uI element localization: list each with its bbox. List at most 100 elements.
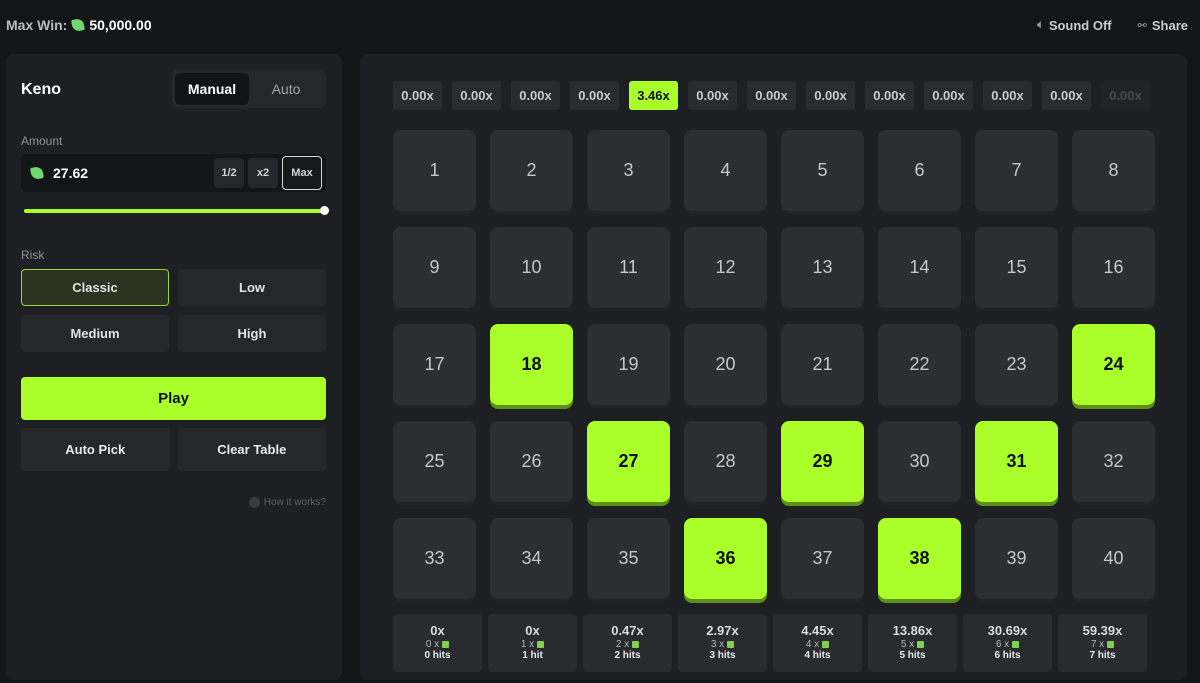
half-button[interactable]: 1/2 — [214, 158, 244, 188]
keno-tile[interactable]: 8 — [1072, 130, 1155, 211]
keno-tile[interactable]: 18 — [490, 324, 573, 405]
keno-tile[interactable]: 9 — [393, 227, 476, 308]
risk-medium-button[interactable]: Medium — [21, 315, 169, 352]
payout-hits: 1 hit — [522, 650, 543, 662]
keno-tile[interactable]: 25 — [393, 421, 476, 502]
keno-tile[interactable]: 3 — [587, 130, 670, 211]
gem-icon — [822, 641, 830, 649]
keno-tile[interactable]: 37 — [781, 518, 864, 599]
payout-count-label: 4 x — [805, 638, 820, 650]
max-button[interactable]: Max — [282, 156, 322, 190]
keno-tile[interactable]: 11 — [587, 227, 670, 308]
keno-tile[interactable]: 24 — [1072, 324, 1155, 405]
multiplier-chip: 0.00x — [924, 81, 973, 110]
payout-count-label: 5 x — [900, 638, 915, 650]
payout-hits: 2 hits — [614, 650, 641, 662]
payout-hits: 6 hits — [994, 650, 1021, 662]
multiplier-chip: 0.00x — [393, 81, 442, 110]
multiplier-chip: 0.00x — [1042, 81, 1091, 110]
multiplier-chip: 3.46x — [629, 81, 678, 110]
action-row: Auto Pick Clear Table — [21, 428, 326, 471]
keno-tile[interactable]: 29 — [781, 421, 864, 502]
keno-tile[interactable]: 22 — [878, 324, 961, 405]
risk-high-button[interactable]: High — [178, 315, 326, 352]
share-button[interactable]: ⚯ Share — [1138, 18, 1188, 33]
amount-slider[interactable] — [24, 206, 329, 215]
amount-input[interactable]: 27.62 — [53, 165, 214, 181]
game-title: Keno — [21, 81, 61, 98]
gem-icon — [632, 641, 640, 649]
keno-tile[interactable]: 23 — [975, 324, 1058, 405]
payout-cell: 2.97x 3 x3 hits — [678, 614, 767, 672]
keno-tile[interactable]: 17 — [393, 324, 476, 405]
risk-classic-button[interactable]: Classic — [21, 269, 169, 306]
max-win-label: Max Win: — [6, 17, 68, 33]
payout-hits: 5 hits — [899, 650, 926, 662]
risk-low-button[interactable]: Low — [178, 269, 326, 306]
keno-tile[interactable]: 13 — [781, 227, 864, 308]
payout-count-label: 2 x — [615, 638, 630, 650]
play-button[interactable]: Play — [21, 377, 326, 420]
keno-tile[interactable]: 26 — [490, 421, 573, 502]
keno-tile[interactable]: 27 — [587, 421, 670, 502]
keno-tile[interactable]: 28 — [684, 421, 767, 502]
payout-count: 6 x — [996, 639, 1020, 651]
keno-tile[interactable]: 40 — [1072, 518, 1155, 599]
payout-count-label: 0 x — [425, 638, 440, 650]
keno-tile[interactable]: 10 — [490, 227, 573, 308]
payout-multiplier: 4.45x — [801, 623, 834, 639]
payout-count: 7 x — [1091, 639, 1115, 651]
keno-tile[interactable]: 30 — [878, 421, 961, 502]
keno-tile[interactable]: 7 — [975, 130, 1058, 211]
payout-cell: 30.69x 6 x6 hits — [963, 614, 1052, 672]
keno-tile[interactable]: 33 — [393, 518, 476, 599]
payout-multiplier: 59.39x — [1082, 623, 1123, 639]
payout-cell: 0x 1 x1 hit — [488, 614, 577, 672]
keno-tile[interactable]: 34 — [490, 518, 573, 599]
keno-tile[interactable]: 21 — [781, 324, 864, 405]
risk-options: Classic Low Medium High — [21, 269, 326, 352]
auto-pick-button[interactable]: Auto Pick — [21, 428, 170, 471]
max-win: Max Win: 50,000.00 — [6, 17, 152, 33]
gem-icon — [1107, 641, 1115, 649]
keno-tile[interactable]: 32 — [1072, 421, 1155, 502]
clear-table-button[interactable]: Clear Table — [177, 428, 326, 471]
keno-tile[interactable]: 39 — [975, 518, 1058, 599]
multiplier-chip: 0.00x — [747, 81, 796, 110]
slider-thumb[interactable] — [320, 206, 329, 215]
keno-tile[interactable]: 16 — [1072, 227, 1155, 308]
payout-count: 5 x — [900, 638, 925, 651]
amount-field[interactable]: 27.62 1/2 x2 Max — [21, 154, 326, 192]
keno-tile[interactable]: 6 — [878, 130, 961, 211]
keno-tile[interactable]: 19 — [587, 324, 670, 405]
gem-icon — [537, 641, 545, 649]
how-it-works-link[interactable]: How it works? — [248, 497, 326, 508]
keno-tile[interactable]: 31 — [975, 421, 1058, 502]
tab-auto[interactable]: Auto — [249, 73, 323, 105]
tab-manual[interactable]: Manual — [175, 73, 249, 105]
keno-tile[interactable]: 4 — [684, 130, 767, 211]
keno-tile[interactable]: 14 — [878, 227, 961, 308]
keno-tile[interactable]: 38 — [878, 518, 961, 599]
keno-tile[interactable]: 15 — [975, 227, 1058, 308]
keno-tile[interactable]: 35 — [587, 518, 670, 599]
how-it-works-label: How it works? — [263, 497, 326, 508]
keno-tile[interactable]: 12 — [684, 227, 767, 308]
slider-fill — [24, 209, 324, 213]
keno-tile[interactable]: 36 — [684, 518, 767, 599]
keno-tile[interactable]: 5 — [781, 130, 864, 211]
risk-label: Risk — [21, 248, 45, 262]
gem-icon — [442, 641, 450, 649]
keno-tile[interactable]: 2 — [490, 130, 573, 211]
keno-tile[interactable]: 20 — [684, 324, 767, 405]
payout-cell: 4.45x 4 x4 hits — [773, 614, 862, 672]
gem-icon — [917, 641, 925, 649]
multiplier-chip: 0.00x — [511, 81, 560, 110]
keno-tile[interactable]: 1 — [393, 130, 476, 211]
gem-icon — [1012, 641, 1020, 649]
sound-toggle-button[interactable]: 🔈︎ Sound Off — [1037, 18, 1111, 33]
mode-switch: Manual Auto — [172, 70, 326, 108]
game-board-panel: 0.00x 0.00x 0.00x 0.00x 3.46x 0.00x 0.00x 0.00x… — [360, 54, 1187, 680]
gem-icon — [30, 166, 44, 180]
double-button[interactable]: x2 — [248, 158, 278, 188]
